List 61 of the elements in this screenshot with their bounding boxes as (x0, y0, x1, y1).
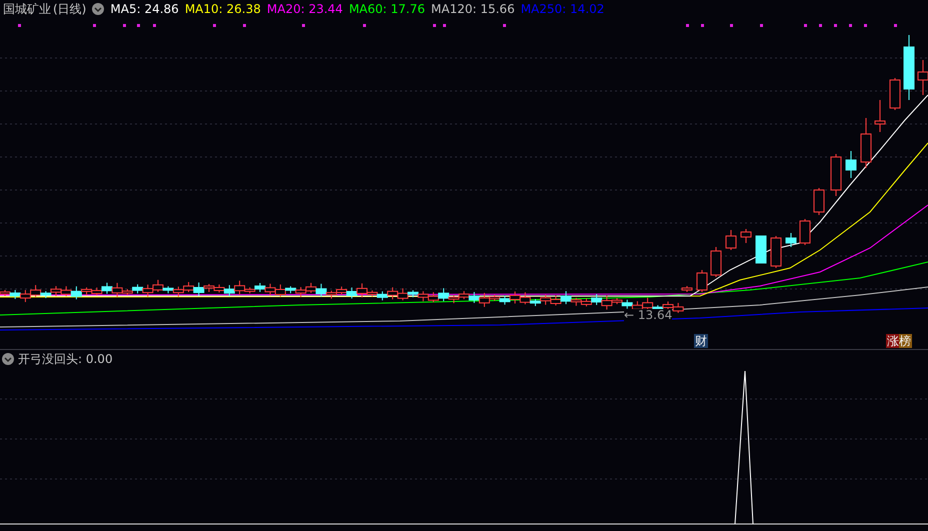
candlestick (336, 286, 348, 296)
candlestick (214, 284, 225, 294)
moving-average-legend: MA120: 15.66 (431, 2, 515, 16)
candlestick (91, 287, 102, 296)
candlestick (580, 298, 592, 307)
candlestick (860, 118, 872, 168)
candlestick (814, 188, 824, 216)
candlestick (591, 293, 602, 306)
candlestick (710, 246, 722, 278)
moving-average-legend: MA20: 23.44 (266, 2, 343, 16)
candlestick (740, 228, 752, 244)
candlestick (428, 292, 439, 303)
candlestick (672, 302, 684, 314)
low-price-label: ← 13.64 (624, 309, 672, 322)
candlestick (306, 282, 316, 294)
chart-period: (日线) (53, 2, 86, 16)
candlestick (800, 218, 810, 246)
candlestick (50, 286, 62, 297)
candlestick (874, 100, 886, 132)
candlestick (904, 34, 914, 100)
candlestick (418, 290, 429, 302)
candlestick (550, 295, 562, 306)
event-marker[interactable]: 财 (694, 334, 708, 348)
candlestick (468, 292, 480, 304)
indicator-value: : 0.00 (78, 352, 113, 366)
candlestick (183, 282, 194, 293)
moving-average-legend: MA5: 24.86 (110, 2, 179, 16)
candlestick (770, 236, 782, 268)
stock-name: 国城矿业 (3, 2, 51, 16)
candlestick (846, 150, 856, 178)
moving-average-legend: MA250: 14.02 (520, 2, 604, 16)
candlestick (172, 286, 184, 298)
candlestick (376, 290, 388, 301)
candlestick (264, 283, 276, 296)
candlestick (458, 290, 470, 300)
candlestick (540, 294, 552, 306)
candlestick (499, 295, 510, 306)
indicator-title: 开弓没回头 (18, 352, 78, 366)
moving-average-legend: MA10: 26.38 (184, 2, 261, 16)
event-marker[interactable]: 涨榜 (886, 334, 912, 348)
moving-average-legend: MA60: 17.76 (348, 2, 425, 16)
candlestick (60, 286, 72, 297)
collapse-icon[interactable] (92, 3, 104, 15)
candlestick (142, 284, 154, 298)
candlestick (102, 282, 112, 294)
candlestick (756, 236, 766, 264)
candlestick (224, 284, 235, 297)
candlestick (622, 299, 633, 310)
candlestick (830, 154, 842, 196)
candlestick (726, 230, 736, 250)
candlestick (696, 270, 708, 292)
candlestick (346, 287, 358, 299)
collapse-icon[interactable] (2, 353, 14, 365)
candlestick (20, 290, 31, 303)
candlestick (786, 232, 796, 248)
candlestick (890, 78, 900, 110)
candlestick (295, 286, 306, 298)
candlestick (387, 286, 398, 300)
candlestick (132, 284, 144, 294)
candlestick (682, 286, 692, 292)
candlestick (510, 290, 520, 304)
